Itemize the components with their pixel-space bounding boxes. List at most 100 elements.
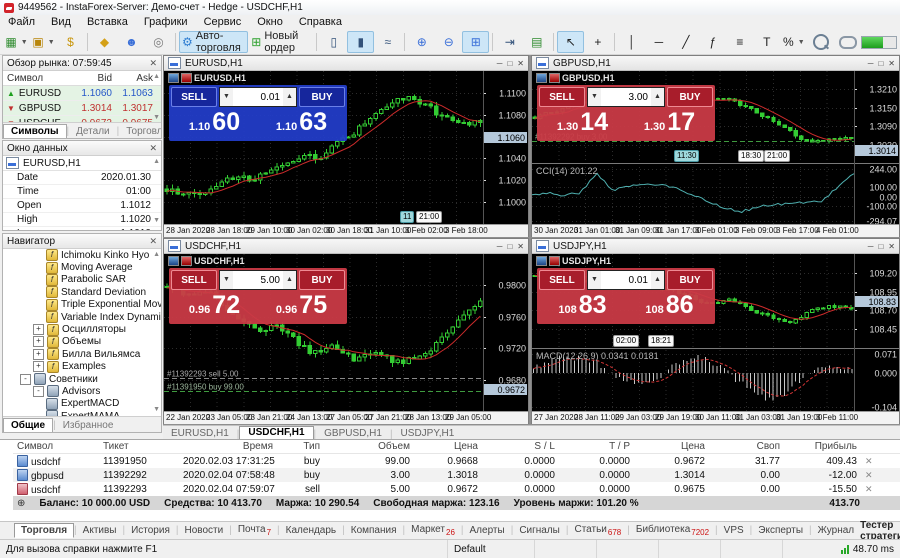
new-order-button[interactable]: ⊞Новый ордер: [248, 31, 313, 53]
zoom-out-icon[interactable]: ⊖: [435, 31, 462, 53]
trendline-icon[interactable]: ╱: [672, 31, 699, 53]
nav-item-Осцилляторы[interactable]: +fОсцилляторы: [3, 323, 161, 335]
profiles-icon[interactable]: ▣▼: [30, 31, 57, 53]
cursor-icon[interactable]: ↖: [557, 31, 584, 53]
buy-price[interactable]: 1.3017: [626, 107, 713, 139]
scroll-up-icon[interactable]: ▲: [153, 158, 160, 165]
accounts-icon[interactable]: ☻: [118, 31, 145, 53]
buy-price[interactable]: 1.1063: [258, 107, 345, 139]
minimize-icon[interactable]: ─: [868, 59, 874, 68]
close-icon[interactable]: ✕: [517, 59, 524, 68]
sell-price[interactable]: 1.1060: [171, 107, 258, 139]
menu-Окно[interactable]: Окно: [249, 15, 291, 30]
toolbox-tab-VPS[interactable]: VPS: [718, 524, 750, 537]
maximize-icon[interactable]: □: [507, 242, 512, 251]
market-watch-tab-Торговля[interactable]: Торговля: [119, 125, 162, 138]
nav-item-Examples[interactable]: +fExamples: [3, 361, 161, 373]
toolbox-tab-Сигналы[interactable]: Сигналы: [513, 524, 566, 537]
chart-window-titlebar[interactable]: EURUSD,H1─□✕: [164, 56, 528, 71]
buy-button[interactable]: BUY: [299, 87, 345, 107]
buy-price[interactable]: 0.9675: [258, 290, 345, 322]
channel-icon[interactable]: ≡: [726, 31, 753, 53]
close-icon[interactable]: ✕: [888, 242, 895, 251]
minimize-icon[interactable]: ─: [497, 59, 503, 68]
volume-up-icon[interactable]: ▲: [651, 271, 664, 289]
navigator-tab-Общие[interactable]: Общие: [3, 418, 53, 432]
close-position-icon[interactable]: ✕: [861, 470, 877, 481]
maximize-icon[interactable]: □: [507, 59, 512, 68]
menu-Графики[interactable]: Графики: [136, 15, 196, 30]
nav-item-Ichimoku-Kinko-Hyo[interactable]: fIchimoku Kinko Hyo: [3, 249, 161, 261]
toolbox-tab-Библиотека[interactable]: Библиотека7202: [630, 523, 715, 538]
trade-row-11392292[interactable]: gbpusd113922922020.02.04 07:58:48buy3.00…: [13, 468, 900, 482]
toolbox-tab-Маркет[interactable]: Маркет26: [405, 523, 461, 538]
search-icon[interactable]: [807, 31, 834, 53]
symbols-icon[interactable]: $: [57, 31, 84, 53]
sell-button[interactable]: SELL: [539, 270, 585, 290]
close-icon[interactable]: ✕: [149, 236, 157, 247]
expand-icon[interactable]: +: [33, 324, 44, 335]
market-watch-row-GBPUSD[interactable]: ▼GBPUSD1.30141.3017: [3, 101, 161, 116]
arrows-icon[interactable]: %▼: [780, 31, 807, 53]
volume-field[interactable]: ▼5.00▲: [219, 270, 297, 290]
toolbox-tab-Эксперты[interactable]: Эксперты: [752, 524, 809, 537]
buy-button[interactable]: BUY: [667, 87, 713, 107]
bar-chart-icon[interactable]: ▯: [320, 31, 347, 53]
volume-down-icon[interactable]: ▼: [588, 88, 601, 106]
volume-down-icon[interactable]: ▼: [220, 271, 233, 289]
market-watch-tab-Символы[interactable]: Символы: [3, 124, 67, 138]
chat-icon[interactable]: [834, 31, 861, 53]
toolbox-tab-Статьи[interactable]: Статьи678: [568, 523, 627, 538]
new-chart-icon[interactable]: ▦▼: [3, 31, 30, 53]
sell-button[interactable]: SELL: [171, 270, 217, 290]
fibonacci-icon[interactable]: ƒ: [699, 31, 726, 53]
nav-item-Standard-Deviation[interactable]: fStandard Deviation: [3, 286, 161, 298]
chart-canvas[interactable]: 109.20108.95108.70108.45108.830.0710.000…: [532, 254, 899, 411]
collapse-icon[interactable]: -: [33, 386, 44, 397]
toolbox-tab-Журнал[interactable]: Журнал: [812, 524, 861, 537]
volume-down-icon[interactable]: ▼: [588, 271, 601, 289]
nav-item-Advisors[interactable]: -Advisors: [3, 385, 161, 397]
expand-icon[interactable]: +: [33, 336, 44, 347]
nav-item-Объемы[interactable]: +fОбъемы: [3, 336, 161, 348]
scroll-down-icon[interactable]: ▼: [153, 406, 160, 413]
text-label-icon[interactable]: T: [753, 31, 780, 53]
navigator-tab-Избранное[interactable]: Избранное: [56, 419, 121, 432]
maximize-icon[interactable]: □: [878, 59, 883, 68]
menu-Вставка[interactable]: Вставка: [79, 15, 136, 30]
toolbox-tab-Торговля[interactable]: Торговля: [14, 523, 74, 538]
close-icon[interactable]: ✕: [517, 242, 524, 251]
market-watch-row-EURUSD[interactable]: ▲EURUSD1.10601.1063: [3, 86, 161, 101]
volume-up-icon[interactable]: ▲: [283, 88, 296, 106]
candlestick-chart-icon[interactable]: ▮: [347, 31, 374, 53]
vertical-line-icon[interactable]: │: [618, 31, 645, 53]
sell-price[interactable]: 1.3014: [539, 107, 626, 139]
menu-Вид[interactable]: Вид: [43, 15, 79, 30]
nav-item-ExpertMACD[interactable]: ExpertMACD: [3, 398, 161, 410]
crosshair-icon[interactable]: +: [584, 31, 611, 53]
chart-shift-icon[interactable]: ⇥: [496, 31, 523, 53]
minimize-icon[interactable]: ─: [868, 242, 874, 251]
close-icon[interactable]: ✕: [888, 59, 895, 68]
scroll-up-icon[interactable]: ▲: [153, 73, 160, 80]
volume-down-icon[interactable]: ▼: [220, 88, 233, 106]
toolbox-tab-Активы[interactable]: Активы: [77, 524, 123, 537]
nav-item-Moving-Average[interactable]: fMoving Average: [3, 261, 161, 273]
templates-icon[interactable]: ▤: [523, 31, 550, 53]
close-position-icon[interactable]: ✕: [861, 484, 877, 495]
sell-button[interactable]: SELL: [171, 87, 217, 107]
sell-price[interactable]: 10883: [539, 290, 626, 322]
scroll-up-icon[interactable]: ▲: [153, 251, 160, 258]
nav-item-Triple-Exponential-Movin[interactable]: fTriple Exponential Movin: [3, 299, 161, 311]
expand-balance-icon[interactable]: ⊕: [17, 498, 25, 509]
nav-item-Parabolic-SAR[interactable]: fParabolic SAR: [3, 274, 161, 286]
chart-tab-USDCHF,H1[interactable]: USDCHF,H1: [239, 426, 313, 440]
signal-icon[interactable]: ◎: [145, 31, 172, 53]
horizontal-line-icon[interactable]: ─: [645, 31, 672, 53]
nav-item-Variable-Index-Dynamic-A[interactable]: fVariable Index Dynamic A: [3, 311, 161, 323]
buy-button[interactable]: BUY: [667, 270, 713, 290]
market-watch-tab-Детали[interactable]: Детали: [69, 125, 116, 138]
expand-icon[interactable]: +: [33, 349, 44, 360]
chart-window-titlebar[interactable]: USDCHF,H1─□✕: [164, 239, 528, 254]
collapse-icon[interactable]: -: [20, 374, 31, 385]
